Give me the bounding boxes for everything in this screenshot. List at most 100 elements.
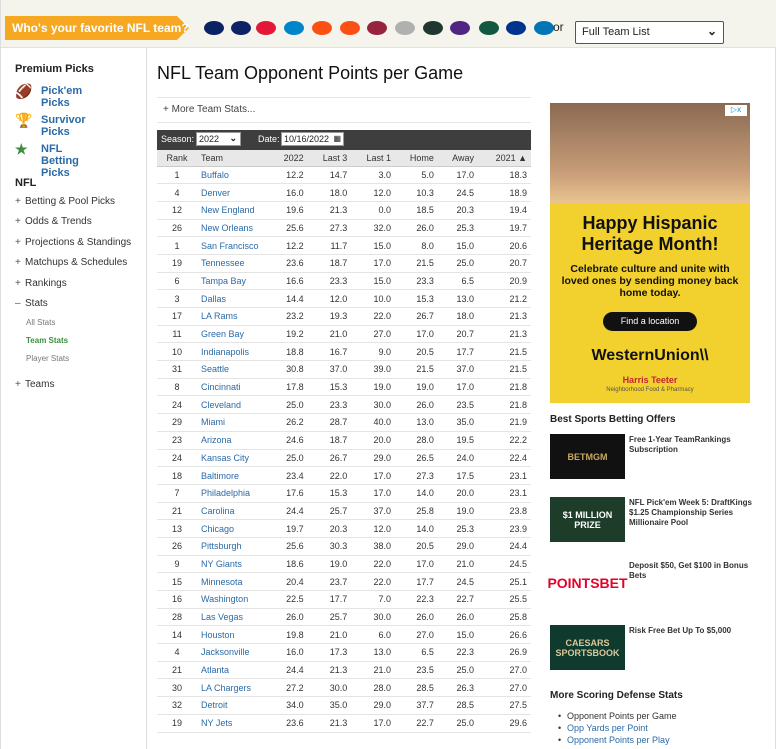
team-link[interactable]: Indianapolis [197,342,270,362]
team-link[interactable]: Denver [197,183,270,202]
nav-projections-standings[interactable]: + Projections & Standings [15,237,131,248]
offer-text[interactable]: Deposit $50, Get $100 in Bonus Bets [629,561,754,581]
team-link[interactable]: New England [197,201,270,220]
nav-odds-trends[interactable]: + Odds & Trends [15,216,92,227]
nav-rankings[interactable]: + Rankings [15,278,67,289]
team-link[interactable]: Buffalo [197,166,270,185]
panthers-logo[interactable] [284,21,304,35]
team-link[interactable]: Dallas [197,289,270,308]
team-link[interactable]: LA Rams [197,307,270,326]
table-cell: 28.5 [437,696,479,715]
team-link[interactable]: Baltimore [197,466,270,485]
lions-logo[interactable] [534,21,554,35]
table-cell: 23.5 [394,661,438,680]
team-link[interactable]: Chicago [197,519,270,538]
date-input[interactable]: 10/16/2022 ▦ [281,132,344,146]
jets-logo[interactable] [479,21,499,35]
nav-betting-pool-picks[interactable]: + Betting & Pool Picks [15,196,115,207]
table-cell: 25.7 [307,608,352,627]
team-link[interactable]: Atlanta [197,661,270,680]
team-link[interactable]: Las Vegas [197,608,270,627]
nav-teams[interactable]: + Teams [15,379,54,390]
team-link[interactable]: Washington [197,590,270,609]
nav-all-stats[interactable]: All Stats [26,318,55,327]
table-cell: 6.5 [394,643,438,662]
table-cell: 21.5 [478,360,531,379]
offer-logo[interactable]: BETMGM [550,434,625,479]
table-cell: 22.0 [351,555,395,574]
team-link[interactable]: Philadelphia [197,484,270,503]
ad-banner[interactable]: ▷x Happy Hispanic Heritage Month! Celebr… [550,103,750,403]
column-header[interactable]: Team [197,150,270,167]
team-link[interactable]: Carolina [197,502,270,521]
column-header[interactable]: Home [394,150,438,167]
offer-text[interactable]: Risk Free Bet Up To $5,000 [629,626,754,636]
team-link[interactable]: Kansas City [197,449,270,468]
offer-text[interactable]: NFL Pick'em Week 5: DraftKings $1.25 Cha… [629,498,754,528]
team-link[interactable]: Green Bay [197,325,270,344]
table-cell: 7 [157,484,197,503]
column-header[interactable]: Away [437,150,479,167]
team-link[interactable]: Minnesota [197,572,270,591]
team-link[interactable]: New Orleans [197,219,270,238]
nav-player-stats[interactable]: Player Stats [26,354,69,363]
column-header[interactable]: Last 1 [351,150,395,167]
seahawks-logo[interactable] [204,21,224,35]
season-select[interactable]: 2022 ⌄ [196,132,241,146]
team-link[interactable]: Jacksonville [197,643,270,662]
team-link[interactable]: Miami [197,413,270,432]
table-cell: 17.5 [437,466,479,485]
find-location-button[interactable]: Find a location [603,312,697,331]
column-header[interactable]: 2022 [270,150,308,167]
team-link[interactable]: Arizona [197,431,270,450]
team-link[interactable]: NY Giants [197,555,270,574]
favorite-team-question: Who's your favorite NFL team? [12,21,189,35]
team-link[interactable]: LA Chargers [197,678,270,698]
adchoices-icon[interactable]: ▷x [725,105,747,116]
team-link[interactable]: San Francisco [197,236,270,255]
packers-logo[interactable] [423,21,443,35]
team-link[interactable]: Cleveland [197,395,270,415]
calendar-icon[interactable]: ▦ [333,134,341,143]
table-row: 1 Buffalo 12.2 14.7 3.0 5.0 17.0 18.3 [157,166,531,185]
table-cell: 14 [157,625,197,645]
team-link[interactable]: Pittsburgh [197,537,270,556]
bengals-logo[interactable] [340,21,360,35]
vikings-logo[interactable] [450,21,470,35]
steelers-logo[interactable] [395,21,415,35]
team-link[interactable]: Houston [197,625,270,645]
table-cell: 25.0 [437,714,479,733]
table-cell: 24.0 [437,449,479,468]
table-row: 1 San Francisco 12.2 11.7 15.0 8.0 15.0 20.6 [157,236,531,255]
bills-logo[interactable] [506,21,526,35]
defense-stat-link[interactable]: Opp Yards per Point [558,723,648,733]
offer-logo[interactable]: $1 MILLION PRIZE [550,497,625,542]
column-header[interactable]: 2021 ▲ [478,150,531,167]
team-link[interactable]: Seattle [197,360,270,379]
broncos-logo[interactable] [312,21,332,35]
team-link[interactable]: Tennessee [197,254,270,273]
nav-stats[interactable]: – Stats [15,298,48,309]
defense-stat-link[interactable]: Opponent Points per Play [558,735,670,745]
offer-text[interactable]: Free 1-Year TeamRankings Subscription [629,435,754,455]
cardinals-logo[interactable] [367,21,387,35]
table-cell: 26.5 [394,449,438,468]
column-header[interactable]: Last 3 [307,150,352,167]
more-team-stats-toggle[interactable]: + More Team Stats... [157,97,531,123]
patriots-logo[interactable] [231,21,251,35]
column-header[interactable]: Rank [157,150,197,167]
chiefs-logo[interactable] [256,21,276,35]
table-cell: 29.6 [478,714,531,733]
nav-matchups-schedules[interactable]: + Matchups & Schedules [15,257,127,268]
offer-logo[interactable]: POINTSBET [547,560,628,605]
team-link[interactable]: Cincinnati [197,378,270,397]
table-cell: 25.7 [307,502,352,521]
nav-team-stats[interactable]: Team Stats [26,336,68,345]
team-link[interactable]: NY Jets [197,714,270,733]
team-link[interactable]: Tampa Bay [197,272,270,291]
table-row: 30 LA Chargers 27.2 30.0 28.0 28.5 26.3 27.0 [157,678,531,698]
full-team-list-select[interactable]: Full Team List ⌄ [575,21,724,44]
table-cell: 26.9 [478,643,531,662]
team-link[interactable]: Detroit [197,696,270,715]
offer-logo[interactable]: CAESARS SPORTSBOOK [550,625,625,670]
